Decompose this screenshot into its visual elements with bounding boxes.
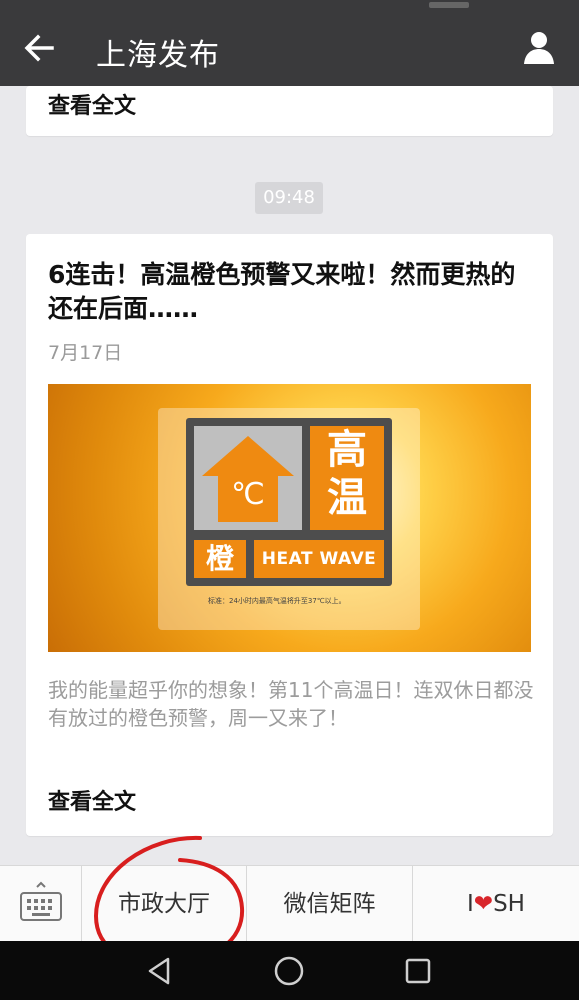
title-bar: 上海发布 [0,12,579,86]
bottom-menu-bar: 市政大厅 微信矩阵 I❤SH [0,865,579,942]
read-full-link[interactable]: 查看全文 [48,88,136,120]
article-title[interactable]: 6连击！高温橙色预警又来啦！然而更热的还在后面…… [48,258,538,326]
back-button[interactable] [18,26,62,70]
nav-back-button[interactable] [142,953,178,989]
keyboard-toggle-button[interactable] [0,866,82,942]
profile-button[interactable] [517,26,561,70]
nav-home-button[interactable] [271,953,307,989]
article-card[interactable]: 6连击！高温橙色预警又来啦！然而更热的还在后面…… 7月17日 ℃ 高 温 橙 … [26,234,553,836]
warning-char-1: 高 [327,427,367,473]
status-bar [0,0,579,12]
timestamp-badge: 09:48 [255,182,323,214]
house-icon: ℃ [194,426,302,530]
menu-item-city-hall[interactable]: 市政大厅 [82,866,247,942]
person-icon [524,32,554,64]
square-recent-icon [405,958,431,984]
warning-type-label: 高 温 [310,426,384,530]
system-nav-bar [0,941,579,1000]
article-cover-image[interactable]: ℃ 高 温 橙 HEAT WAVE 标准：24小时内最高气温将升至37℃以上。 [48,384,531,652]
heart-icon: ❤ [473,891,494,917]
menu-item-prefix: I [467,891,474,917]
heat-wave-banner: HEAT WAVE [254,540,384,578]
keyboard-icon [20,881,62,921]
circle-home-icon [274,956,304,986]
signal-icon [429,2,469,8]
arrow-left-icon [24,34,54,62]
nav-recent-button[interactable] [400,953,436,989]
warning-level-label: 橙 [194,540,246,578]
warning-char-2: 温 [327,475,367,521]
previous-article-card[interactable]: 查看全文 [26,86,553,136]
page-title: 上海发布 [96,38,220,73]
triangle-back-icon [148,957,170,985]
sign-caption: 标准：24小时内最高气温将升至37℃以上。 [208,597,346,605]
heat-warning-sign: ℃ 高 温 橙 HEAT WAVE [186,418,392,586]
article-summary: 我的能量超乎你的想象！第11个高温日！连双休日都没有放过的橙色预警，周一又来了！ [48,678,534,730]
menu-item-suffix: SH [493,891,525,917]
menu-item-i-love-sh[interactable]: I❤SH [413,866,579,942]
article-date: 7月17日 [48,342,123,364]
read-full-link[interactable]: 查看全文 [48,784,136,816]
celsius-label: ℃ [231,477,265,512]
menu-item-wechat-matrix[interactable]: 微信矩阵 [247,866,413,942]
